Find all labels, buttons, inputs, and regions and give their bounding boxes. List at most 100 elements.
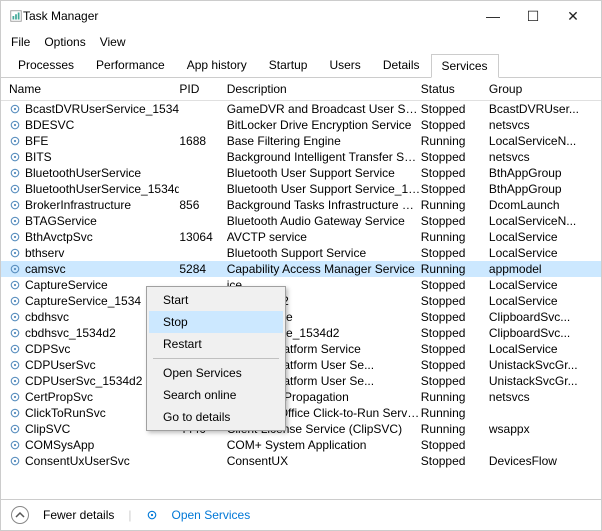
- service-description: Capability Access Manager Service: [227, 262, 421, 276]
- service-row[interactable]: ClipSVC4440Client License Service (ClipS…: [1, 421, 601, 437]
- ctx-start[interactable]: Start: [149, 289, 283, 311]
- gear-icon: [9, 359, 21, 371]
- maximize-button[interactable]: ☐: [513, 8, 553, 25]
- service-description: Bluetooth Audio Gateway Service: [227, 214, 421, 228]
- service-row[interactable]: BDESVCBitLocker Drive Encryption Service…: [1, 117, 601, 133]
- service-group: UnistackSvcGr...: [489, 358, 593, 372]
- ctx-go-to-details[interactable]: Go to details: [149, 406, 283, 428]
- service-row[interactable]: bthservBluetooth Support ServiceStoppedL…: [1, 245, 601, 261]
- service-pid: [179, 166, 226, 180]
- service-row[interactable]: CDPUserSvcDevices Platform User Se...Sto…: [1, 357, 601, 373]
- gear-icon: [9, 263, 21, 275]
- gear-icon: [9, 327, 21, 339]
- header-description[interactable]: Description: [227, 82, 421, 96]
- service-group: LocalService: [489, 246, 593, 260]
- service-row[interactable]: BcastDVRUserService_1534d2GameDVR and Br…: [1, 101, 601, 117]
- service-status: Stopped: [421, 374, 489, 388]
- service-description: Background Tasks Infrastructure Serv...: [227, 198, 421, 212]
- tab-processes[interactable]: Processes: [7, 53, 85, 77]
- service-row[interactable]: BFE1688Base Filtering EngineRunningLocal…: [1, 133, 601, 149]
- service-name: CaptureService_1534: [25, 294, 141, 308]
- service-status: Stopped: [421, 150, 489, 164]
- service-row[interactable]: ConsentUxUserSvcConsentUXStoppedDevicesF…: [1, 453, 601, 469]
- service-status: Stopped: [421, 326, 489, 340]
- service-pid: 13064: [179, 230, 226, 244]
- minimize-button[interactable]: —: [473, 8, 513, 24]
- service-pid: 5284: [179, 262, 226, 276]
- service-row[interactable]: CertPropSvc2248Certificate PropagationRu…: [1, 389, 601, 405]
- tab-details[interactable]: Details: [372, 53, 431, 77]
- service-pid: 856: [179, 198, 226, 212]
- tab-performance[interactable]: Performance: [85, 53, 176, 77]
- service-row[interactable]: BthAvctpSvc13064AVCTP serviceRunningLoca…: [1, 229, 601, 245]
- service-row[interactable]: cbdhsvc_1534d2Jser Service_1534d2Stopped…: [1, 325, 601, 341]
- service-name: BrokerInfrastructure: [25, 198, 131, 212]
- service-name: BthAvctpSvc: [25, 230, 93, 244]
- service-pid: [179, 182, 226, 196]
- service-status: Running: [421, 134, 489, 148]
- service-group: ClipboardSvc...: [489, 326, 593, 340]
- tab-startup[interactable]: Startup: [258, 53, 319, 77]
- service-name: BITS: [25, 150, 52, 164]
- service-row[interactable]: BluetoothUserService_1534d2Bluetooth Use…: [1, 181, 601, 197]
- service-row[interactable]: COMSysAppCOM+ System ApplicationStopped: [1, 437, 601, 453]
- ctx-search-online[interactable]: Search online: [149, 384, 283, 406]
- service-row[interactable]: BluetoothUserServiceBluetooth User Suppo…: [1, 165, 601, 181]
- gear-icon: [9, 119, 21, 131]
- service-status: Stopped: [421, 182, 489, 196]
- header-pid[interactable]: PID: [179, 82, 226, 96]
- column-headers: Name PID Description Status Group: [1, 78, 601, 101]
- service-status: Running: [421, 262, 489, 276]
- titlebar: Task Manager — ☐ ✕: [1, 1, 601, 31]
- service-name: BluetoothUserService_1534d2: [25, 182, 179, 196]
- service-name: CaptureService: [25, 278, 108, 292]
- service-name: BluetoothUserService: [25, 166, 141, 180]
- gear-icon: [9, 279, 21, 291]
- gear-icon: [9, 215, 21, 227]
- header-group[interactable]: Group: [489, 82, 593, 96]
- chevron-up-icon[interactable]: [11, 506, 29, 524]
- service-status: Stopped: [421, 294, 489, 308]
- service-row[interactable]: CaptureServiceiceStoppedLocalService: [1, 277, 601, 293]
- service-pid: [179, 454, 226, 468]
- header-name[interactable]: Name: [9, 82, 179, 96]
- gear-icon: [9, 423, 21, 435]
- service-pid: 1688: [179, 134, 226, 148]
- service-row[interactable]: camsvc5284Capability Access Manager Serv…: [1, 261, 601, 277]
- service-name: CDPUserSvc_1534d2: [25, 374, 142, 388]
- ctx-restart[interactable]: Restart: [149, 333, 283, 355]
- ctx-stop[interactable]: Stop: [149, 311, 283, 333]
- window-title: Task Manager: [23, 9, 473, 23]
- service-description: AVCTP service: [227, 230, 421, 244]
- gear-icon: [9, 439, 21, 451]
- service-row[interactable]: CaptureService_1534ice_1534d2StoppedLoca…: [1, 293, 601, 309]
- service-row[interactable]: cbdhsvcJser ServiceStoppedClipboardSvc..…: [1, 309, 601, 325]
- ctx-open-services[interactable]: Open Services: [149, 362, 283, 384]
- gear-icon: [9, 311, 21, 323]
- service-row[interactable]: BrokerInfrastructure 856Background Tasks …: [1, 197, 601, 213]
- service-row[interactable]: BITSBackground Intelligent Transfer Serv…: [1, 149, 601, 165]
- service-status: Running: [421, 422, 489, 436]
- service-description: ConsentUX: [227, 454, 421, 468]
- service-row[interactable]: ClickToRunSvc2368Microsoft Office Click-…: [1, 405, 601, 421]
- menu-view[interactable]: View: [100, 35, 126, 49]
- header-status[interactable]: Status: [421, 82, 489, 96]
- service-description: GameDVR and Broadcast User Servic...: [227, 102, 421, 116]
- service-name: ClickToRunSvc: [25, 406, 106, 420]
- service-group: LocalService: [489, 342, 593, 356]
- service-status: Stopped: [421, 118, 489, 132]
- service-row[interactable]: CDPUserSvc_1534d2Devices Platform User S…: [1, 373, 601, 389]
- service-name: bthserv: [25, 246, 64, 260]
- tab-services[interactable]: Services: [431, 54, 499, 78]
- menu-file[interactable]: File: [11, 35, 30, 49]
- menu-options[interactable]: Options: [44, 35, 85, 49]
- service-row[interactable]: BTAGServiceBluetooth Audio Gateway Servi…: [1, 213, 601, 229]
- close-button[interactable]: ✕: [553, 8, 593, 25]
- tab-users[interactable]: Users: [318, 53, 371, 77]
- gear-icon: [9, 183, 21, 195]
- service-group: LocalServiceN...: [489, 214, 593, 228]
- service-row[interactable]: CDPSvcDevices Platform ServiceStoppedLoc…: [1, 341, 601, 357]
- open-services-link[interactable]: Open Services: [172, 508, 251, 522]
- tab-app-history[interactable]: App history: [176, 53, 258, 77]
- fewer-details-button[interactable]: Fewer details: [43, 508, 114, 522]
